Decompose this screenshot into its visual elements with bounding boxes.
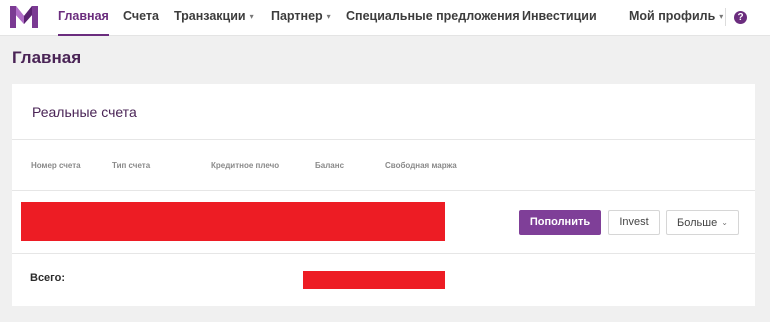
brand-logo-icon[interactable] (9, 5, 39, 29)
nav-item-accounts[interactable]: Счета (123, 0, 159, 36)
nav-item-label: Транзакции (174, 9, 246, 23)
deposit-button[interactable]: Пополнить (519, 210, 601, 235)
chevron-down-icon: ▾ (326, 12, 331, 21)
nav-item-special-offers[interactable]: Специальные предложения (346, 0, 520, 36)
more-button-label: Больше (677, 217, 718, 229)
nav-divider (725, 8, 726, 26)
redacted-total-value (303, 271, 445, 289)
help-icon[interactable]: ? (734, 11, 747, 24)
column-header-account-type[interactable]: Тип счета (112, 161, 150, 170)
profile-label: Мой профиль (629, 9, 716, 23)
column-header-account-number[interactable]: Номер счета (31, 161, 81, 170)
redacted-account-row (21, 202, 445, 241)
chevron-down-icon: ▾ (249, 12, 254, 21)
column-header-balance[interactable]: Баланс (315, 161, 344, 170)
column-header-leverage[interactable]: Кредитное плечо (211, 161, 279, 170)
nav-item-investments[interactable]: Инвестиции (522, 0, 597, 36)
chevron-down-icon: ⌄ (721, 218, 728, 227)
divider (12, 190, 755, 191)
column-header-free-margin[interactable]: Свободная маржа (385, 161, 457, 170)
nav-item-label: Партнер (271, 9, 323, 23)
total-label: Всего: (30, 272, 65, 284)
chevron-down-icon: ▾ (719, 12, 724, 21)
page-title: Главная (12, 48, 82, 67)
nav-item-home[interactable]: Главная (58, 0, 109, 36)
real-accounts-panel: Реальные счета Номер счета Тип счета Кре… (12, 84, 755, 306)
more-button[interactable]: Больше ⌄ (666, 210, 739, 235)
invest-button[interactable]: Invest (608, 210, 660, 235)
divider (12, 253, 755, 254)
top-navbar: Главная Счета Транзакции ▾ Партнер ▾ Специ… (0, 0, 770, 36)
nav-item-transactions[interactable]: Транзакции ▾ (174, 0, 254, 36)
panel-title: Реальные счета (32, 104, 137, 120)
profile-menu[interactable]: Мой профиль ▾ (629, 0, 723, 36)
nav-item-partner[interactable]: Партнер ▾ (271, 0, 331, 36)
divider (12, 139, 755, 140)
